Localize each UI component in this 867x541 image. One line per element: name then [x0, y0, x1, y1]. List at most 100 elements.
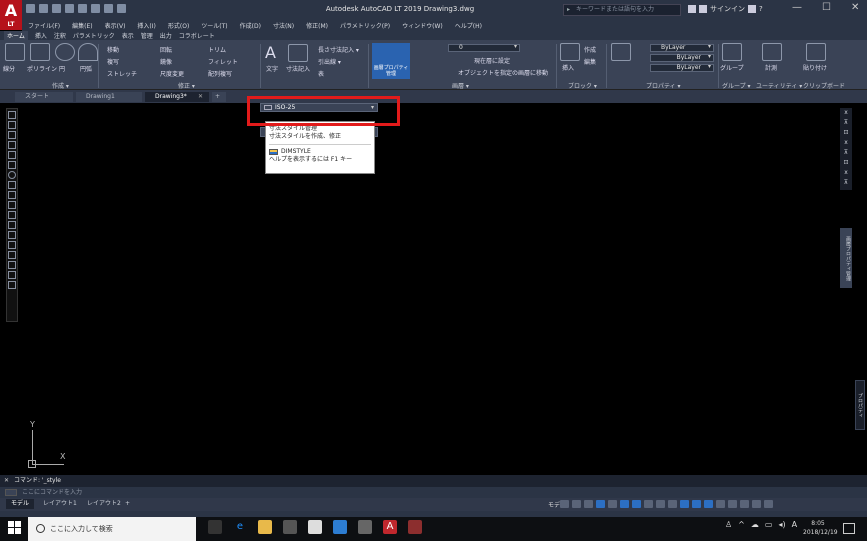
close-tab-icon[interactable]: ✕: [198, 92, 203, 102]
tab-annotate[interactable]: 注釈: [54, 31, 66, 40]
close-icon[interactable]: x: [840, 168, 852, 178]
modify-panel-title[interactable]: 修正 ▾: [178, 81, 195, 90]
arc-button[interactable]: 円弧: [80, 64, 92, 73]
redo-icon[interactable]: [117, 4, 126, 13]
selection-cycling-icon[interactable]: [668, 500, 677, 508]
properties-palette-tab[interactable]: プロパティ: [855, 380, 865, 430]
pin-icon[interactable]: ⊡: [840, 128, 852, 138]
task-view-icon[interactable]: [208, 520, 222, 534]
table-button[interactable]: 表: [318, 69, 324, 78]
paste-icon[interactable]: [806, 43, 826, 61]
layer-combo[interactable]: 0: [448, 44, 520, 52]
collapse-icon[interactable]: ⊼: [840, 118, 852, 128]
block-panel-title[interactable]: ブロック ▾: [568, 81, 597, 90]
gradient-tool-icon[interactable]: [8, 251, 16, 259]
circle-button[interactable]: 円: [59, 64, 65, 73]
circle-icon[interactable]: [55, 43, 75, 61]
line-button[interactable]: 線分: [3, 64, 15, 73]
tab-collaborate[interactable]: コラボレート: [179, 31, 215, 40]
scale-button[interactable]: 尺度変更: [160, 69, 184, 78]
cloud-icon[interactable]: ☁: [751, 520, 759, 529]
menu-view[interactable]: 表示(V): [105, 21, 126, 30]
close-icon[interactable]: x: [840, 108, 852, 118]
measure-button[interactable]: 計測: [765, 63, 777, 72]
search-input[interactable]: キーワードまたは語句を入力: [563, 4, 681, 16]
stretch-button[interactable]: ストレッチ: [107, 69, 137, 78]
linetype-combo[interactable]: ByLayer: [650, 54, 714, 62]
copy-button[interactable]: 複写: [107, 57, 119, 66]
layout-tab-layout1[interactable]: レイアウト1: [38, 499, 82, 509]
tab-view[interactable]: 表示: [122, 31, 134, 40]
drawing-canvas[interactable]: [0, 103, 867, 475]
lineweight-combo[interactable]: ByLayer: [650, 64, 714, 72]
properties-panel-title[interactable]: プロパティ ▾: [646, 81, 681, 90]
media-icon[interactable]: [358, 520, 372, 534]
arc-icon[interactable]: [78, 43, 98, 61]
table-tool-icon[interactable]: [8, 271, 16, 279]
command-menu-icon[interactable]: [5, 489, 17, 496]
text-icon[interactable]: A: [265, 43, 276, 62]
layer-properties-palette-tab[interactable]: 画層プロパティ管理: [840, 228, 852, 288]
object-snap-icon[interactable]: [632, 500, 641, 508]
lineweight-icon[interactable]: [644, 500, 653, 508]
measure-icon[interactable]: [762, 43, 782, 61]
snap-icon[interactable]: [572, 500, 581, 508]
polyline-tool-icon[interactable]: [8, 131, 16, 139]
menu-format[interactable]: 形式(O): [168, 21, 189, 30]
block-tool-icon[interactable]: [8, 221, 16, 229]
edge-icon[interactable]: e: [233, 520, 247, 534]
draw-panel-title[interactable]: 作成 ▾: [52, 81, 69, 90]
rectangle-tool-icon[interactable]: [8, 151, 16, 159]
new-icon[interactable]: [26, 4, 35, 13]
tab-output[interactable]: 出力: [160, 31, 172, 40]
customization-icon[interactable]: [764, 500, 773, 508]
object-snap-tracking-icon[interactable]: [620, 500, 629, 508]
layer-properties-button[interactable]: 画層プロパティ管理: [372, 43, 410, 79]
circle-tool-icon[interactable]: [8, 171, 16, 179]
array-button[interactable]: 配列複写: [208, 69, 232, 78]
exchange-icon[interactable]: [748, 5, 756, 13]
clipboard-panel-title[interactable]: クリップボード: [803, 81, 845, 90]
tab-insert[interactable]: 挿入: [35, 31, 47, 40]
region-tool-icon[interactable]: [8, 261, 16, 269]
revcloud-tool-icon[interactable]: [8, 181, 16, 189]
hatch-tool-icon[interactable]: [8, 241, 16, 249]
print-icon[interactable]: [91, 4, 100, 13]
ortho-icon[interactable]: [584, 500, 593, 508]
file-explorer-icon[interactable]: [258, 520, 272, 534]
groups-panel-title[interactable]: グループ ▾: [722, 81, 751, 90]
signin-area[interactable]: サインイン ?: [688, 4, 763, 14]
save-icon[interactable]: [52, 4, 61, 13]
mirror-button[interactable]: 鏡像: [160, 57, 172, 66]
clock[interactable]: 8:05 2018/12/19: [803, 519, 838, 537]
mtext-tool-icon[interactable]: [8, 281, 16, 289]
chevron-up-icon[interactable]: ^: [738, 520, 745, 529]
new-tab-button[interactable]: +: [212, 92, 226, 102]
menu-insert[interactable]: 挿入(I): [137, 21, 155, 30]
paste-button[interactable]: 貼り付け: [803, 63, 827, 72]
arc-tool-icon[interactable]: [8, 161, 16, 169]
group-button[interactable]: グループ: [720, 63, 744, 72]
line-tool-icon[interactable]: [8, 111, 16, 119]
collapse-icon[interactable]: ⊼: [840, 178, 852, 188]
pin-icon[interactable]: ⊡: [840, 158, 852, 168]
annotation-visibility-icon[interactable]: [680, 500, 689, 508]
transparency-icon[interactable]: [656, 500, 665, 508]
leader-button[interactable]: 引出線 ▾: [318, 57, 341, 66]
tab-start[interactable]: スタート: [15, 92, 73, 102]
move-button[interactable]: 移動: [107, 45, 119, 54]
add-layout-button[interactable]: +: [120, 499, 135, 509]
polar-icon[interactable]: [596, 500, 605, 508]
rotate-button[interactable]: 回転: [160, 45, 172, 54]
xline-tool-icon[interactable]: [8, 121, 16, 129]
layout-tab-model[interactable]: モデル: [6, 499, 35, 509]
network-icon[interactable]: ▭: [765, 520, 773, 529]
tab-parametric[interactable]: パラメトリック: [73, 31, 115, 40]
spline-tool-icon[interactable]: [8, 191, 16, 199]
text-button[interactable]: 文字: [266, 64, 278, 73]
collapse-icon[interactable]: ⊼: [840, 148, 852, 158]
open-icon[interactable]: [39, 4, 48, 13]
tab-manage[interactable]: 管理: [141, 31, 153, 40]
command-input[interactable]: ここにコマンドを入力: [0, 487, 867, 498]
trim-button[interactable]: トリム: [208, 45, 226, 54]
